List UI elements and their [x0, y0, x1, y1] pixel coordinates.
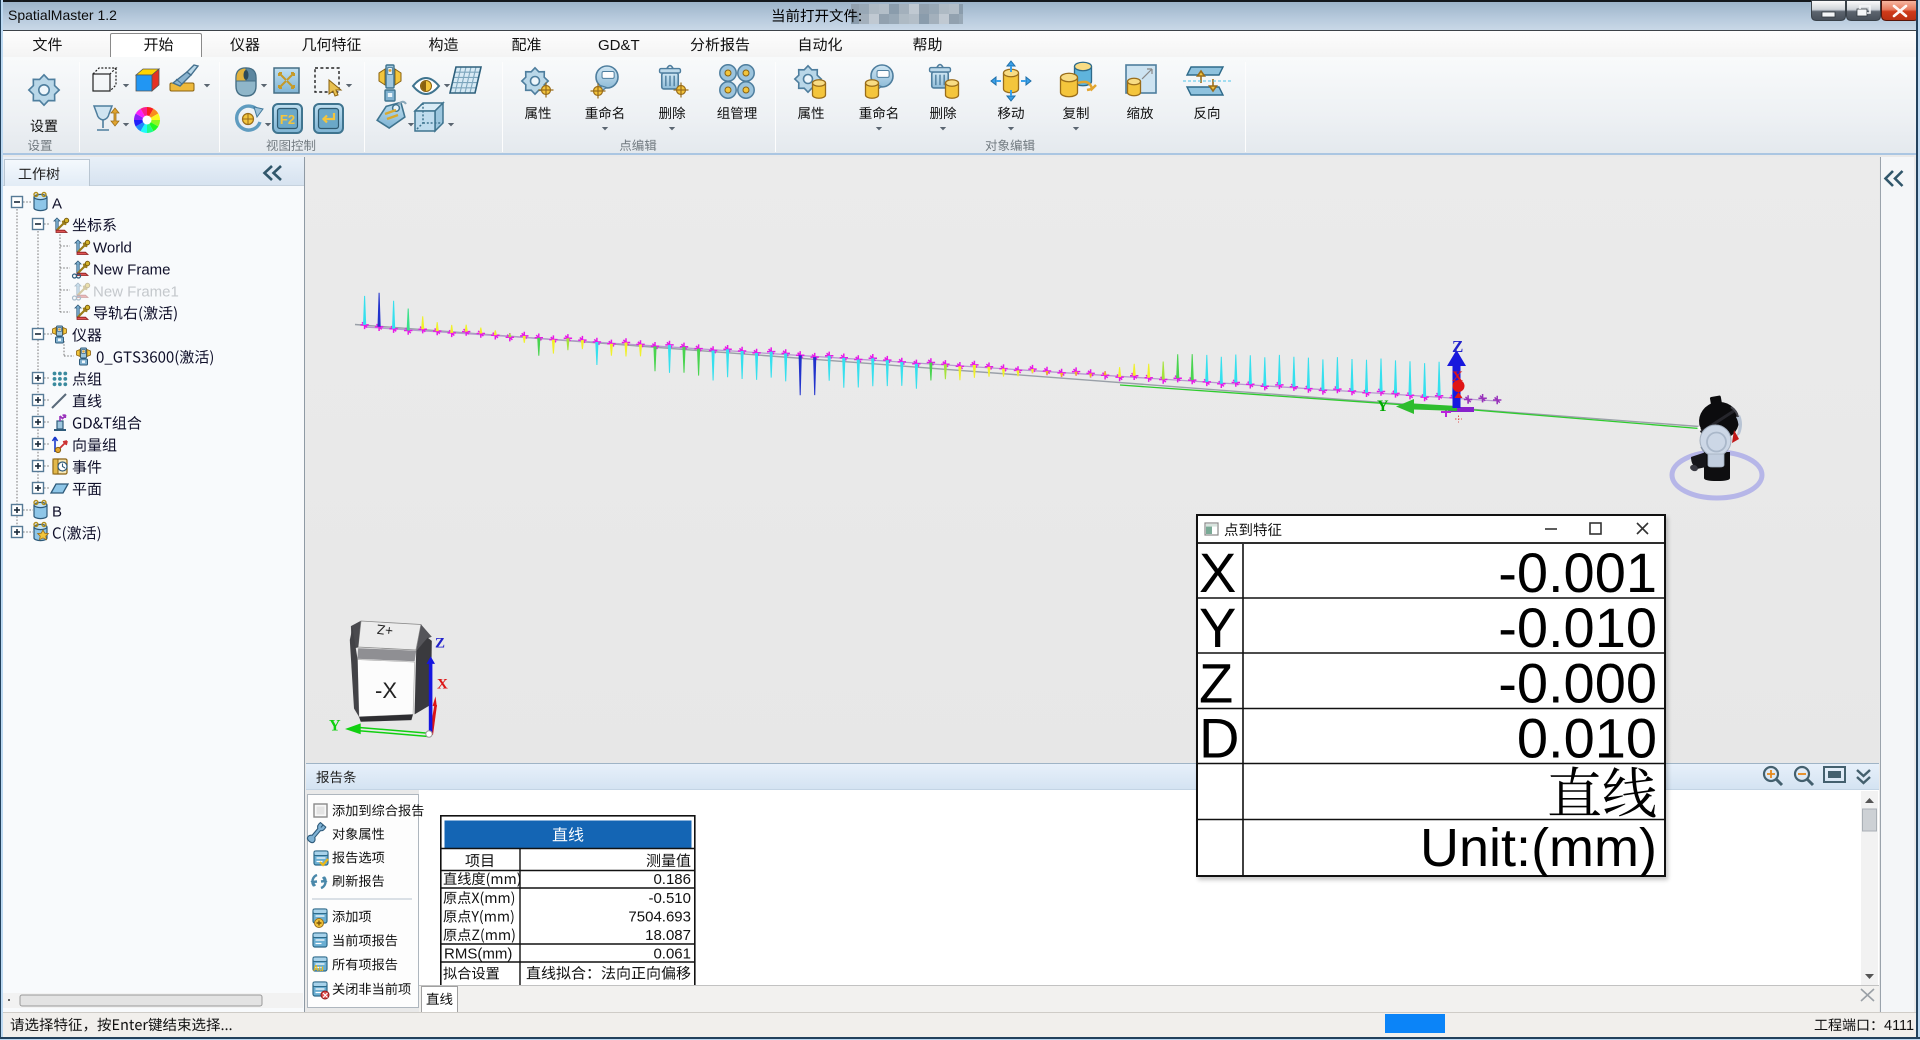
svg-text:X: X — [1199, 541, 1236, 604]
svg-text:Z: Z — [1199, 652, 1233, 715]
svg-text:D: D — [1199, 707, 1239, 770]
svg-text:-0.010: -0.010 — [1498, 596, 1657, 659]
svg-text:-0.001: -0.001 — [1498, 541, 1657, 604]
svg-text:Y: Y — [1199, 596, 1236, 659]
svg-text:Unit:(mm): Unit:(mm) — [1420, 818, 1657, 878]
svg-text:0.010: 0.010 — [1517, 707, 1657, 770]
svg-text:-0.000: -0.000 — [1498, 652, 1657, 715]
